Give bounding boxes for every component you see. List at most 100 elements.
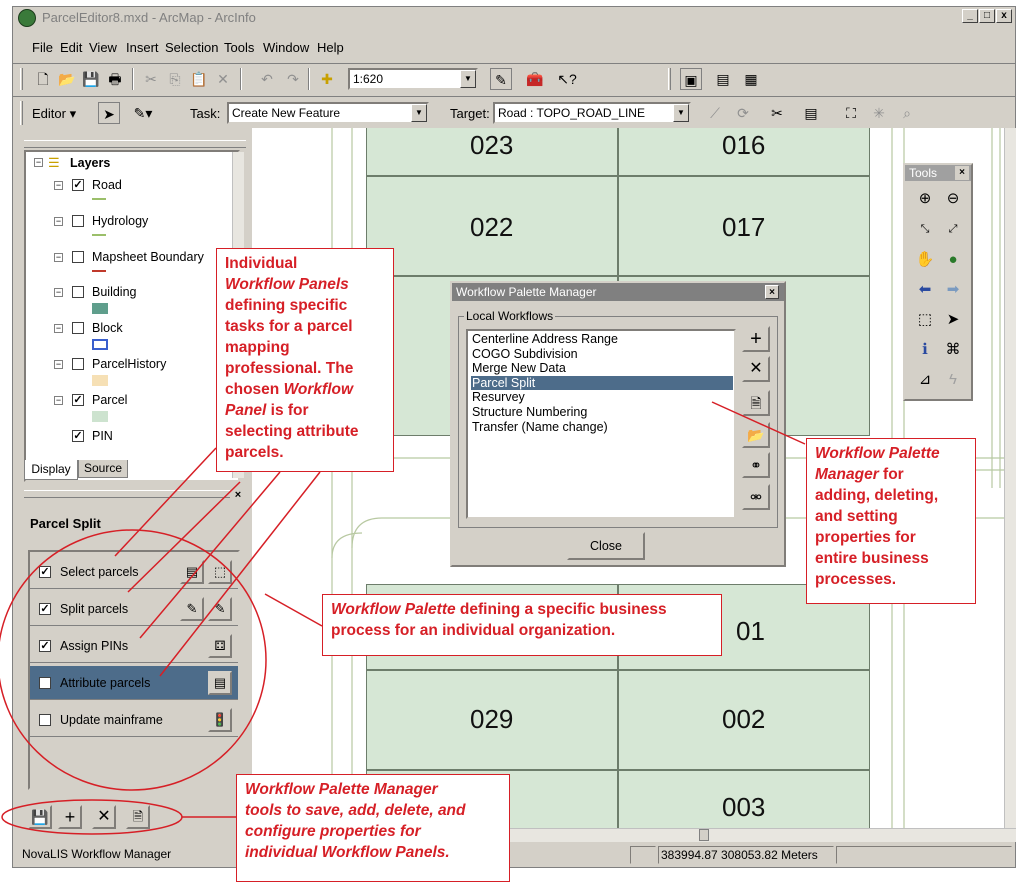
layer-visibility-checkbox[interactable]: [72, 286, 84, 299]
menu-selection[interactable]: Selection: [165, 40, 218, 55]
full-extent-globe-icon[interactable]: ●: [942, 249, 964, 271]
workflow-properties-button[interactable]: 🗎: [742, 390, 770, 416]
layer-name[interactable]: Road: [92, 178, 122, 192]
menu-edit[interactable]: Edit: [60, 40, 82, 55]
delete-panel-button[interactable]: ✕: [92, 805, 116, 829]
tab-source[interactable]: Source: [78, 460, 128, 478]
print-icon[interactable]: 🖶: [104, 68, 126, 90]
collapse-icon[interactable]: −: [54, 360, 63, 369]
arccatalog-icon[interactable]: ▣: [680, 68, 702, 90]
layer-visibility-checkbox[interactable]: [72, 250, 84, 263]
chevron-down-icon[interactable]: ▼: [460, 70, 476, 88]
edit-tool-icon[interactable]: ✎: [208, 597, 232, 621]
add-workflow-button[interactable]: +: [742, 326, 770, 352]
toolbar-grip[interactable]: [668, 68, 671, 90]
workflow-list-item[interactable]: Merge New Data: [471, 361, 733, 376]
menu-window[interactable]: Window: [263, 40, 309, 55]
panel-checkbox[interactable]: ✓: [39, 640, 51, 652]
toolbar-grip[interactable]: [20, 68, 23, 90]
workflow-list-item[interactable]: COGO Subdivision: [471, 347, 733, 362]
topology-icon[interactable]: ⛶: [840, 102, 862, 124]
workflow-panel-row[interactable]: ✓ Assign PINs ⚃: [30, 629, 238, 663]
menu-view[interactable]: View: [89, 40, 117, 55]
panel-tool-icon[interactable]: ▤: [180, 560, 204, 584]
split-tool-icon[interactable]: ✂: [766, 102, 788, 124]
unlink-workflow-button[interactable]: ⚮: [742, 484, 770, 510]
workflow-manager-icon[interactable]: ▤: [712, 68, 734, 90]
maximize-button[interactable]: □: [979, 9, 995, 23]
palette-grip[interactable]: [24, 490, 230, 498]
open-workflow-button[interactable]: 📂: [742, 422, 770, 448]
paste-icon[interactable]: 📋: [188, 68, 210, 90]
layer-name[interactable]: Block: [92, 321, 123, 335]
close-icon[interactable]: ×: [765, 285, 779, 299]
collapse-icon[interactable]: −: [54, 181, 63, 190]
workflow-panel-row[interactable]: Update mainframe 🚦: [30, 703, 238, 737]
layer-name[interactable]: PIN: [92, 429, 113, 443]
panel-tool-icon[interactable]: ⚃: [208, 634, 232, 658]
workflow-list-item[interactable]: Resurvey: [471, 390, 733, 405]
chevron-down-icon[interactable]: ▼: [673, 104, 689, 122]
copy-icon[interactable]: ⎘: [164, 68, 186, 90]
workflow-panel-row[interactable]: Attribute parcels ▤: [30, 666, 238, 700]
save-panel-button[interactable]: 💾: [28, 805, 52, 829]
workflow-list-item[interactable]: Parcel Split: [471, 375, 733, 391]
layer-visibility-checkbox[interactable]: [72, 214, 84, 227]
fixed-zoom-in-icon[interactable]: ⤡: [914, 218, 936, 240]
select-elements-icon[interactable]: ➤: [942, 309, 964, 331]
close-dialog-button[interactable]: Close: [567, 532, 645, 560]
open-folder-icon[interactable]: 📂: [56, 68, 78, 90]
target-combo[interactable]: Road : TOPO_ROAD_LINE: [493, 102, 691, 124]
menu-file[interactable]: File: [32, 40, 53, 55]
new-document-icon[interactable]: 🗋: [32, 68, 54, 90]
minimize-button[interactable]: _: [962, 9, 978, 23]
collapse-icon[interactable]: −: [54, 252, 63, 262]
panel-properties-button[interactable]: 🗎: [126, 805, 150, 829]
add-panel-button[interactable]: +: [58, 805, 82, 829]
rotate-tool-icon[interactable]: ⟳: [732, 102, 754, 124]
panel-checkbox[interactable]: [39, 677, 51, 689]
cut-icon[interactable]: ✂: [140, 68, 162, 90]
panel-tool-icon[interactable]: 🚦: [208, 708, 232, 732]
panel-checkbox[interactable]: [39, 714, 51, 726]
layer-name[interactable]: Hydrology: [92, 214, 148, 228]
layer-name[interactable]: Mapsheet Boundary: [92, 250, 204, 264]
error-inspector-icon[interactable]: ⌕: [896, 102, 918, 124]
layer-name[interactable]: ParcelHistory: [92, 357, 166, 371]
zoom-out-icon[interactable]: ⊖: [942, 188, 964, 210]
toc-grip[interactable]: [24, 140, 246, 148]
save-icon[interactable]: 💾: [80, 68, 102, 90]
delete-icon[interactable]: ✕: [212, 68, 234, 90]
pan-hand-icon[interactable]: ✋: [914, 249, 936, 271]
editor-menu[interactable]: Editor ▾: [32, 106, 76, 122]
panel-checkbox[interactable]: ✓: [39, 603, 51, 615]
identify-icon[interactable]: ℹ: [914, 339, 936, 361]
workflow-list-item[interactable]: Structure Numbering: [471, 405, 733, 420]
collapse-icon[interactable]: −: [34, 158, 43, 167]
scrollbar-thumb[interactable]: [699, 829, 709, 841]
back-extent-icon[interactable]: ⬅: [914, 279, 936, 301]
line-tool-icon[interactable]: ⟋: [704, 102, 726, 124]
workflow-list-item[interactable]: Centerline Address Range: [471, 332, 733, 347]
attribute-table-icon[interactable]: ▦: [740, 68, 762, 90]
select-features-icon[interactable]: ⬚: [914, 309, 936, 331]
menu-insert[interactable]: Insert: [126, 40, 159, 55]
whats-this-icon[interactable]: ↖?: [556, 68, 578, 90]
redo-icon[interactable]: ↷: [282, 68, 304, 90]
close-button[interactable]: x: [996, 9, 1012, 23]
task-combo[interactable]: Create New Feature: [227, 102, 429, 124]
zoom-in-icon[interactable]: ⊕: [914, 188, 936, 210]
collapse-icon[interactable]: −: [54, 288, 63, 298]
sketch-tool-icon[interactable]: ✎▾: [132, 102, 154, 124]
toolbar-grip[interactable]: [20, 101, 23, 125]
workflow-panel-row[interactable]: ✓ Split parcels ✎ ✎: [30, 592, 238, 626]
fixed-zoom-out-icon[interactable]: ⤢: [942, 218, 964, 240]
layer-name[interactable]: Building: [92, 285, 136, 299]
measure-icon[interactable]: ⊿: [914, 369, 936, 391]
collapse-icon[interactable]: −: [54, 216, 63, 226]
close-icon[interactable]: ×: [955, 166, 969, 180]
attributes-icon[interactable]: ▤: [800, 102, 822, 124]
vertical-scrollbar[interactable]: [1004, 128, 1016, 828]
delete-workflow-button[interactable]: ✕: [742, 356, 770, 382]
link-workflow-button[interactable]: ⚭: [742, 452, 770, 478]
